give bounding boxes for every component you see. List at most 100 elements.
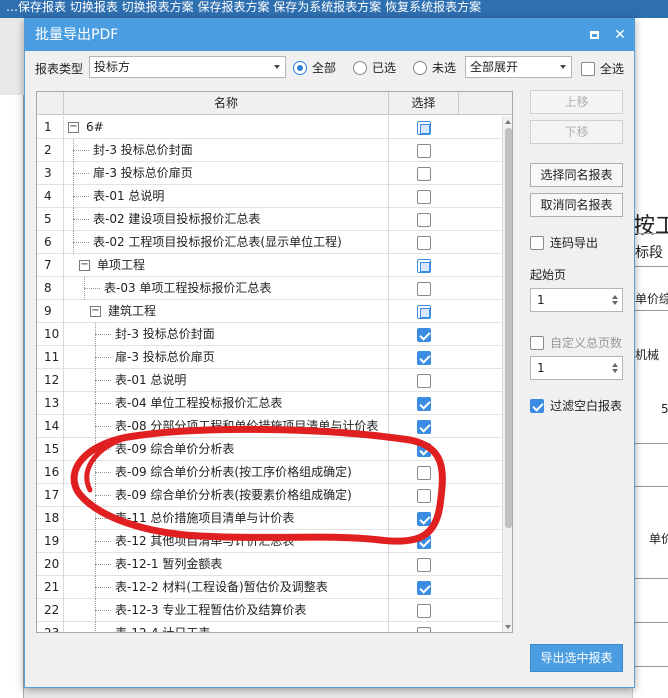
checkbox-checked-icon[interactable] — [417, 396, 431, 411]
checkbox-checked-icon[interactable] — [417, 327, 431, 342]
row-name-cell[interactable]: 表-12-2 材料(工程设备)暂估价及调整表 — [64, 576, 389, 599]
table-row[interactable]: 19 表-12 其他项目清单与计价汇总表 — [37, 530, 503, 553]
row-name-cell[interactable]: 表-12-3 专业工程暂估价及结算价表 — [64, 599, 389, 622]
custom-total-pages-spinner[interactable]: 1 — [530, 356, 623, 380]
table-row[interactable]: 8 表-03 单项工程投标报价汇总表 — [37, 277, 503, 300]
start-page-spinner[interactable]: 1 — [530, 288, 623, 312]
table-row[interactable]: 14 表-08 分部分项工程和单价措施项目清单与计价表 — [37, 415, 503, 438]
checkbox-partial-icon[interactable] — [417, 258, 431, 273]
table-row[interactable]: 1−6# — [37, 116, 503, 139]
table-row[interactable]: 15 表-09 综合单价分析表 — [37, 438, 503, 461]
table-row[interactable]: 7− 单项工程 — [37, 254, 503, 277]
table-row[interactable]: 16 表-09 综合单价分析表(按工序价格组成确定) — [37, 461, 503, 484]
row-name-cell[interactable]: 表-09 综合单价分析表 — [64, 438, 389, 461]
filter-blank-checkbox[interactable]: 过滤空白报表 — [530, 397, 622, 414]
checkbox-icon[interactable] — [417, 212, 431, 227]
table-row[interactable]: 21 表-12-2 材料(工程设备)暂估价及调整表 — [37, 576, 503, 599]
expand-level-select[interactable]: 全部展开 — [465, 56, 572, 78]
row-name-cell[interactable]: 表-09 综合单价分析表(按工序价格组成确定) — [64, 461, 389, 484]
checkbox-icon[interactable] — [417, 189, 431, 204]
row-name-cell[interactable]: 封-3 投标总价封面 — [64, 139, 389, 162]
move-up-button[interactable]: 上移 — [530, 90, 623, 114]
row-name-cell[interactable]: 表-12 其他项目清单与计价汇总表 — [64, 530, 389, 553]
row-name-cell[interactable]: 表-02 工程项目投标报价汇总表(显示单位工程) — [64, 231, 389, 254]
checkbox-icon[interactable] — [417, 603, 431, 618]
table-row[interactable]: 13 表-04 单位工程投标报价汇总表 — [37, 392, 503, 415]
row-name-cell[interactable]: 封-3 投标总价封面 — [64, 323, 389, 346]
report-type-select[interactable]: 投标方 — [89, 56, 286, 78]
scroll-down-icon[interactable] — [505, 625, 511, 629]
table-row[interactable]: 5 表-02 建设项目投标报价汇总表 — [37, 208, 503, 231]
checkbox-checked-icon[interactable] — [417, 534, 431, 549]
row-name-cell[interactable]: − 建筑工程 — [64, 300, 389, 323]
checkbox-icon[interactable] — [417, 626, 431, 632]
checkbox-checked-icon[interactable] — [417, 442, 431, 457]
table-row[interactable]: 4 表-01 总说明 — [37, 185, 503, 208]
row-name-cell[interactable]: 表-02 建设项目投标报价汇总表 — [64, 208, 389, 231]
row-name-cell[interactable]: 表-01 总说明 — [64, 369, 389, 392]
checkbox-checked-icon[interactable] — [417, 511, 431, 526]
move-down-button[interactable]: 下移 — [530, 120, 623, 144]
custom-total-pages-checkbox[interactable]: 自定义总页数 — [530, 334, 622, 351]
table-row[interactable]: 17 表-09 综合单价分析表(按要素价格组成确定) — [37, 484, 503, 507]
row-name-cell[interactable]: 表-09 综合单价分析表(按要素价格组成确定) — [64, 484, 389, 507]
checkbox-checked-icon[interactable] — [417, 350, 431, 365]
spin-down-icon[interactable] — [612, 369, 618, 373]
vertical-scrollbar[interactable] — [502, 116, 512, 632]
table-row[interactable]: 11 扉-3 投标总价扉页 — [37, 346, 503, 369]
checkbox-icon[interactable] — [417, 373, 431, 388]
collapse-icon[interactable]: − — [79, 260, 90, 271]
spin-up-icon[interactable] — [612, 295, 618, 299]
row-name-cell[interactable]: − 单项工程 — [64, 254, 389, 277]
table-row[interactable]: 10 封-3 投标总价封面 — [37, 323, 503, 346]
row-name-cell[interactable]: 表-12-4 计日工表 — [64, 622, 389, 632]
radio-all[interactable]: 全部 — [293, 59, 336, 76]
table-row[interactable]: 2 封-3 投标总价封面 — [37, 139, 503, 162]
table-row[interactable]: 23 表-12-4 计日工表 — [37, 622, 503, 632]
row-name-cell[interactable]: 扉-3 投标总价扉页 — [64, 346, 389, 369]
table-row[interactable]: 6 表-02 工程项目投标报价汇总表(显示单位工程) — [37, 231, 503, 254]
checkbox-icon[interactable] — [417, 281, 431, 296]
dialog-titlebar[interactable]: 批量导出PDF ✕ — [25, 19, 634, 51]
select-all-checkbox[interactable]: 全选 — [581, 60, 624, 77]
checkbox-icon[interactable] — [417, 557, 431, 572]
row-name-cell[interactable]: 表-08 分部分项工程和单价措施项目清单与计价表 — [64, 415, 389, 438]
select-same-name-button[interactable]: 选择同名报表 — [530, 163, 623, 187]
export-selected-button[interactable]: 导出选中报表 — [530, 644, 623, 672]
header-name[interactable]: 名称 — [64, 92, 389, 115]
row-name-cell[interactable]: 表-01 总说明 — [64, 185, 389, 208]
checkbox-icon[interactable] — [417, 143, 431, 158]
checkbox-checked-icon[interactable] — [417, 580, 431, 595]
table-row[interactable]: 18 表-11 总价措施项目清单与计价表 — [37, 507, 503, 530]
scroll-up-icon[interactable] — [505, 120, 511, 124]
close-icon[interactable]: ✕ — [612, 27, 628, 43]
table-row[interactable]: 22 表-12-3 专业工程暂估价及结算价表 — [37, 599, 503, 622]
checkbox-icon[interactable] — [417, 488, 431, 503]
row-name-cell[interactable]: −6# — [64, 116, 389, 139]
row-name-cell[interactable]: 扉-3 投标总价扉页 — [64, 162, 389, 185]
table-row[interactable]: 3 扉-3 投标总价扉页 — [37, 162, 503, 185]
row-name-cell[interactable]: 表-04 单位工程投标报价汇总表 — [64, 392, 389, 415]
collapse-icon[interactable]: − — [90, 306, 101, 317]
maximize-icon[interactable] — [586, 27, 602, 43]
cancel-same-name-button[interactable]: 取消同名报表 — [530, 193, 623, 217]
table-row[interactable]: 20 表-12-1 暂列金额表 — [37, 553, 503, 576]
radio-unselected[interactable]: 未选 — [413, 59, 456, 76]
radio-selected[interactable]: 已选 — [353, 59, 396, 76]
table-row[interactable]: 9− 建筑工程 — [37, 300, 503, 323]
checkbox-partial-icon[interactable] — [417, 120, 431, 135]
checkbox-partial-icon[interactable] — [417, 304, 431, 319]
spin-down-icon[interactable] — [612, 301, 618, 305]
scroll-thumb[interactable] — [505, 128, 512, 528]
collapse-icon[interactable]: − — [68, 122, 79, 133]
row-name-cell[interactable]: 表-03 单项工程投标报价汇总表 — [64, 277, 389, 300]
spin-up-icon[interactable] — [612, 363, 618, 367]
header-select[interactable]: 选择 — [389, 92, 459, 115]
row-name-cell[interactable]: 表-11 总价措施项目清单与计价表 — [64, 507, 389, 530]
checkbox-icon[interactable] — [417, 166, 431, 181]
table-row[interactable]: 12 表-01 总说明 — [37, 369, 503, 392]
continuous-page-checkbox[interactable]: 连码导出 — [530, 234, 598, 251]
checkbox-checked-icon[interactable] — [417, 419, 431, 434]
checkbox-icon[interactable] — [417, 465, 431, 480]
row-name-cell[interactable]: 表-12-1 暂列金额表 — [64, 553, 389, 576]
